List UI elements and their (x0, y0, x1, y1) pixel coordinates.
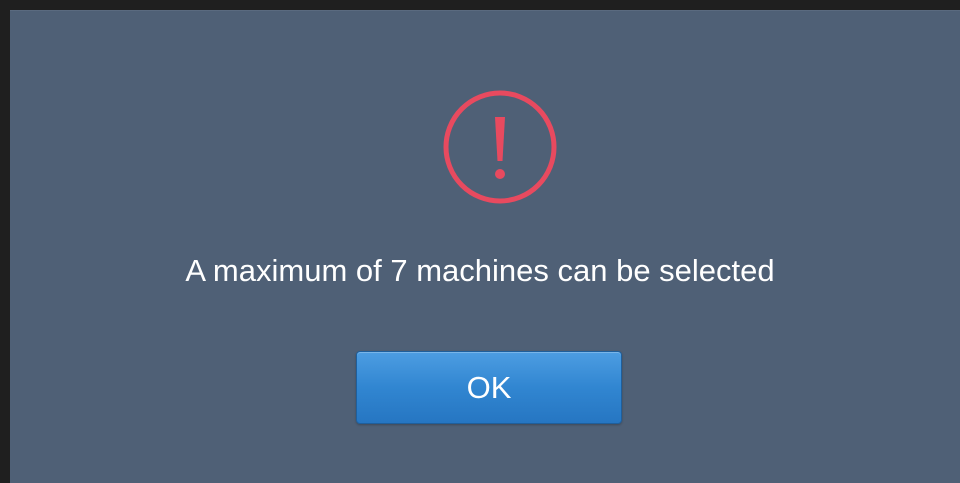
alert-dialog: A maximum of 7 machines can be selected … (10, 10, 960, 483)
ok-button[interactable]: OK (356, 351, 622, 424)
exclamation-circle-icon (443, 90, 557, 204)
screen-frame: A maximum of 7 machines can be selected … (0, 0, 960, 483)
dialog-message: A maximum of 7 machines can be selected (185, 253, 775, 288)
